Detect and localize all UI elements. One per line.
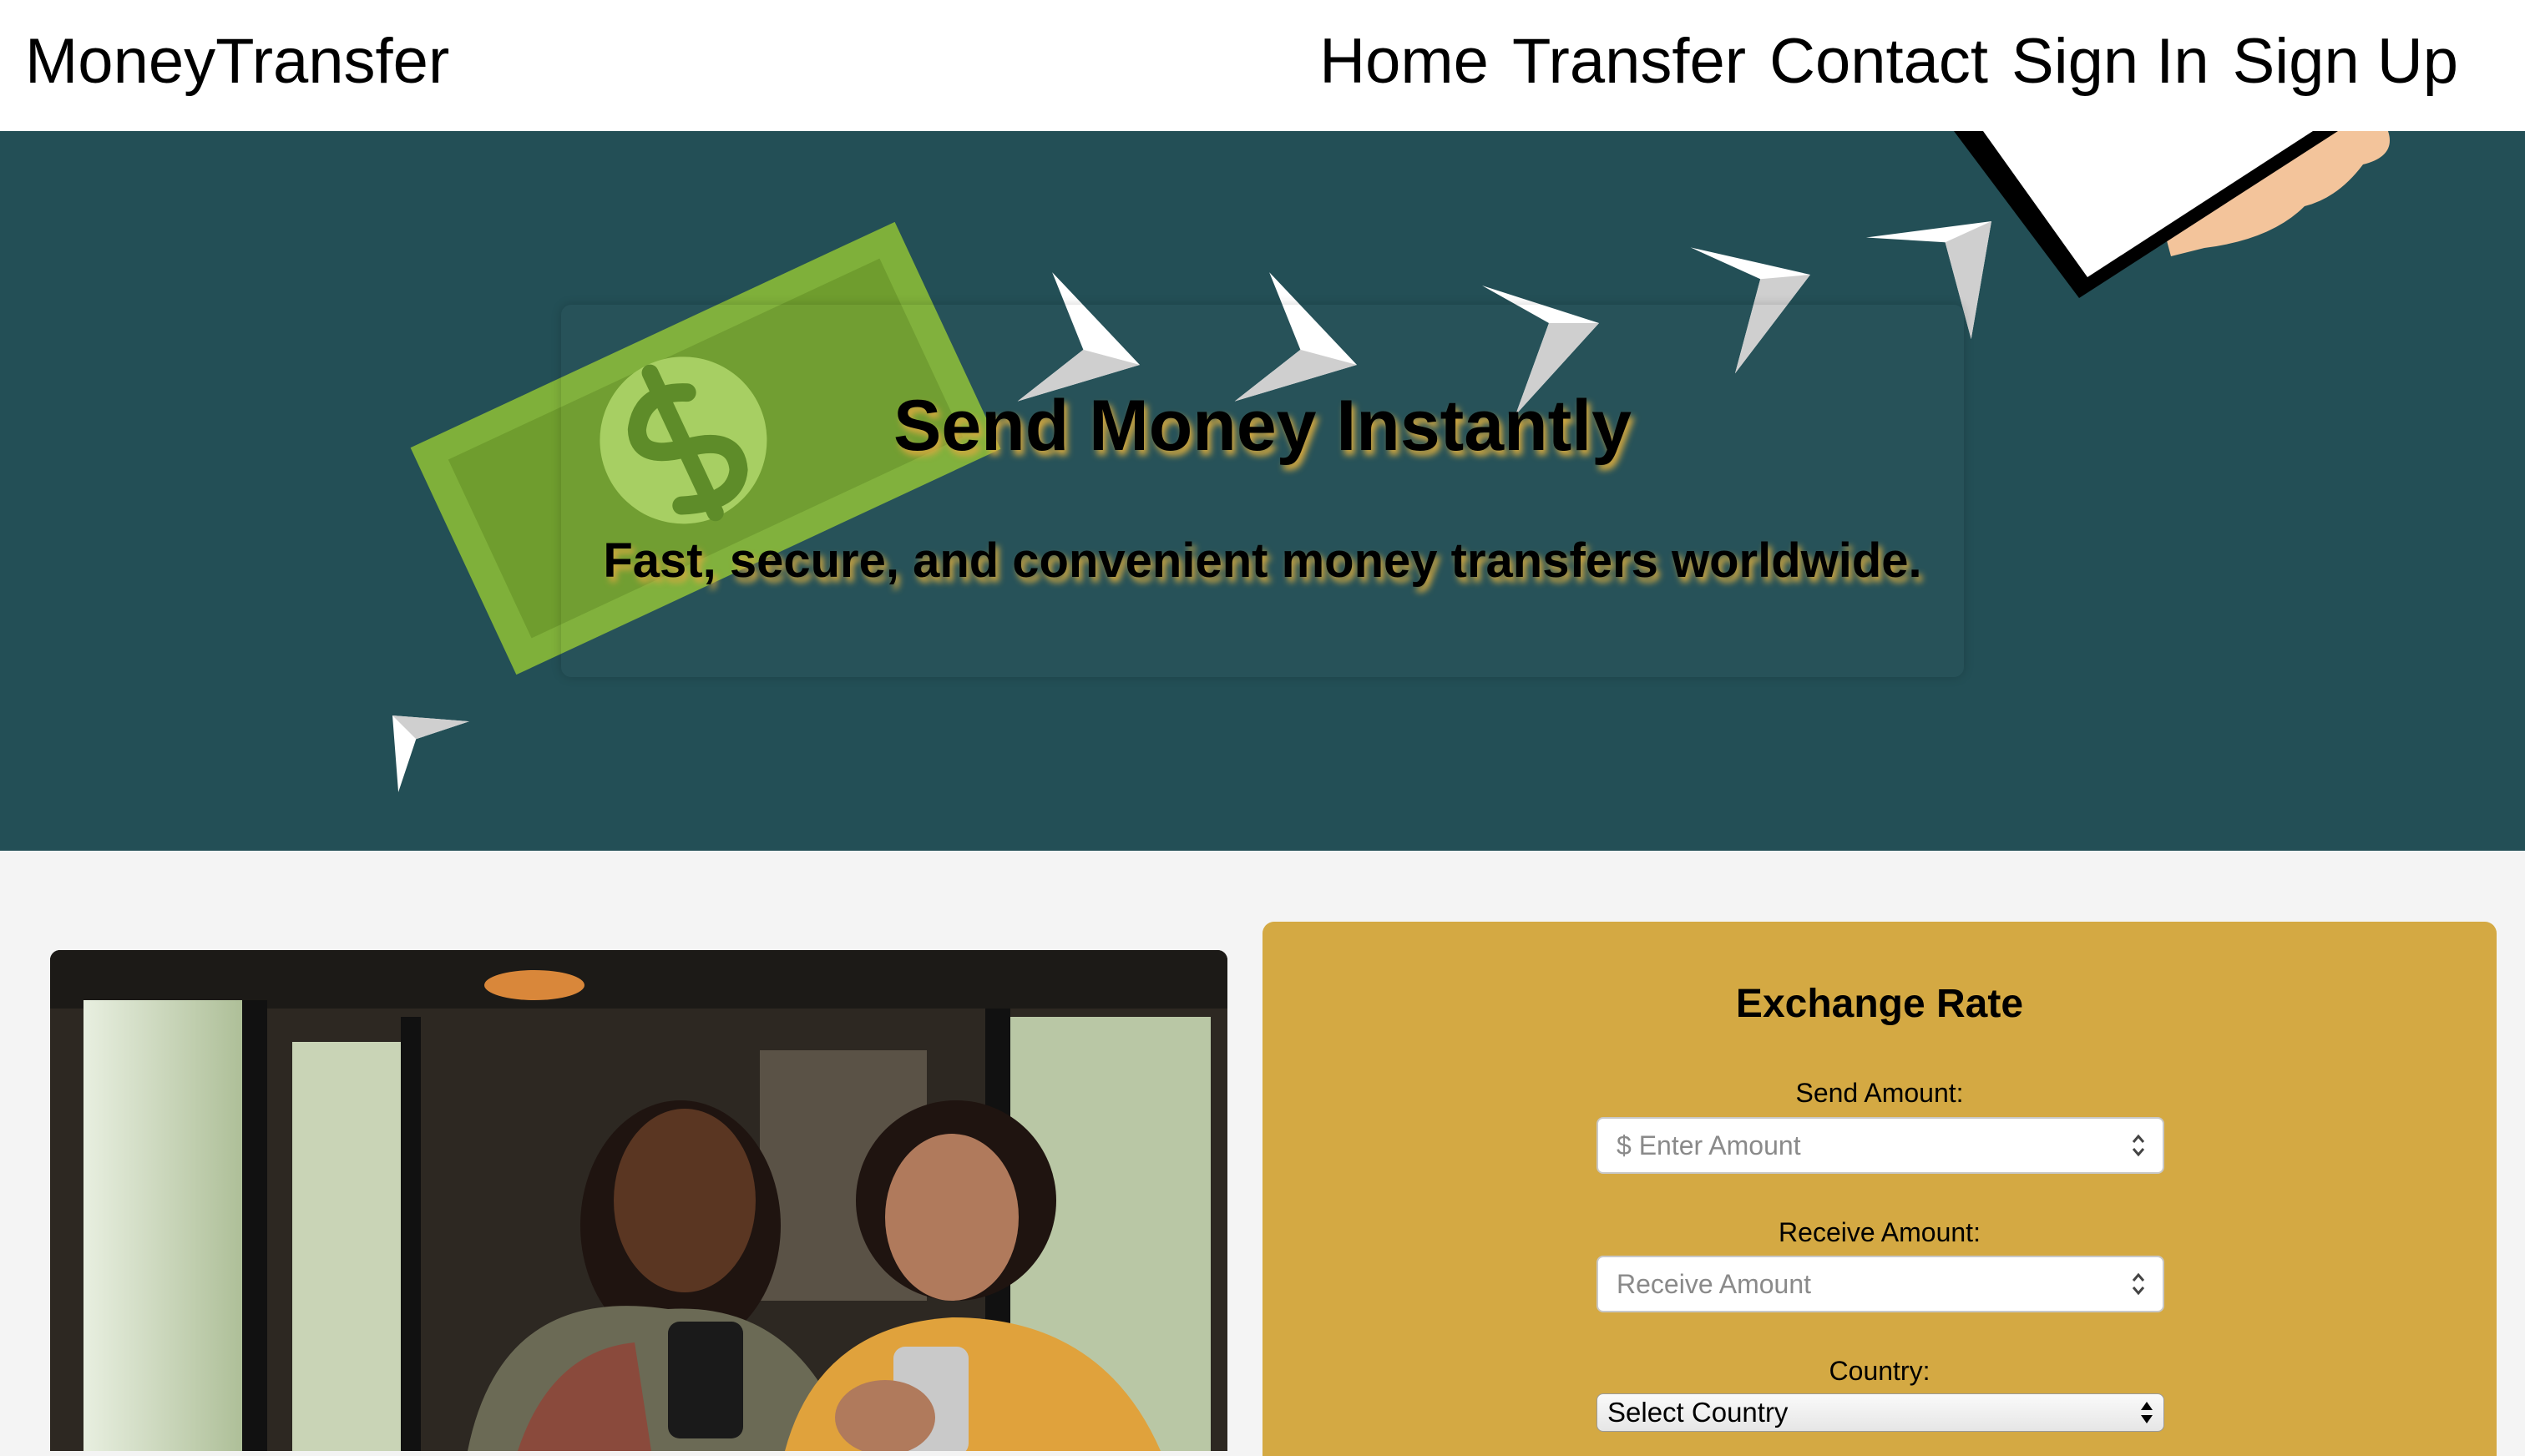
hero-title: Send Money Instantly bbox=[893, 386, 1632, 466]
send-amount-input[interactable] bbox=[1596, 1117, 2164, 1174]
send-amount-spinner-icon[interactable] bbox=[2129, 1130, 2148, 1160]
photo-illustration bbox=[50, 950, 1227, 1451]
receive-amount-label: Receive Amount: bbox=[1779, 1217, 1981, 1247]
select-arrows-icon bbox=[2141, 1402, 2153, 1423]
nav-link-home[interactable]: Home bbox=[1319, 23, 1489, 100]
phone-hand-illustration bbox=[1954, 131, 2390, 298]
brand-logo[interactable]: MoneyTransfer bbox=[25, 23, 449, 100]
country-select[interactable]: Select Country bbox=[1596, 1393, 2164, 1432]
nav-link-sign-in[interactable]: Sign In bbox=[2011, 23, 2209, 100]
nav-link-transfer[interactable]: Transfer bbox=[1512, 23, 1746, 100]
hero-section: Send Money Instantly Fast, secure, and c… bbox=[0, 131, 2525, 851]
hero-subtitle: Fast, secure, and convenient money trans… bbox=[603, 533, 1922, 588]
country-label: Country: bbox=[1829, 1356, 1930, 1386]
nav-link-sign-up[interactable]: Sign Up bbox=[2233, 23, 2458, 100]
navbar: MoneyTransfer Home Transfer Contact Sign… bbox=[0, 0, 2525, 131]
receive-amount-input[interactable] bbox=[1596, 1256, 2164, 1312]
hero-card bbox=[561, 305, 1964, 677]
nav-links: Home Transfer Contact Sign In Sign Up bbox=[1319, 23, 2458, 100]
send-amount-label: Send Amount: bbox=[1795, 1078, 1964, 1108]
country-select-value: Select Country bbox=[1607, 1397, 1789, 1428]
exchange-rate-title: Exchange Rate bbox=[1735, 982, 2024, 1026]
receive-amount-spinner-icon[interactable] bbox=[2129, 1269, 2148, 1299]
people-with-phones-photo bbox=[50, 950, 1227, 1451]
nav-link-contact[interactable]: Contact bbox=[1769, 23, 1988, 100]
exchange-rate-panel: Exchange Rate Send Amount: Receive Amoun… bbox=[1262, 922, 2497, 1456]
arrow-icon bbox=[392, 715, 469, 792]
